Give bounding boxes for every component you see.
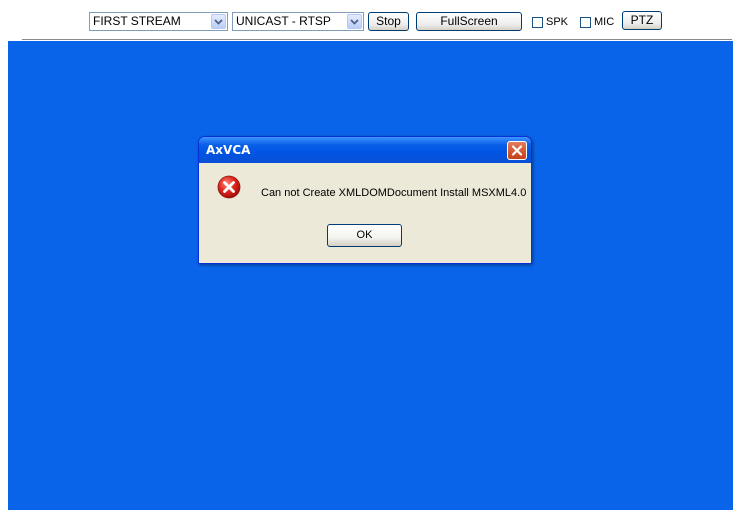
protocol-select-value: UNICAST - RTSP xyxy=(236,14,331,28)
dialog-titlebar[interactable]: AxVCA xyxy=(199,137,531,163)
toolbar-divider xyxy=(22,39,732,40)
video-area[interactable] xyxy=(8,41,733,510)
fullscreen-button[interactable]: FullScreen xyxy=(416,12,522,31)
spk-checkbox[interactable] xyxy=(532,17,543,28)
ptz-button[interactable]: PTZ xyxy=(622,11,662,30)
spk-label: SPK xyxy=(546,16,569,28)
stop-button[interactable]: Stop xyxy=(368,12,409,31)
close-icon xyxy=(511,145,523,156)
mic-label: MIC xyxy=(594,16,615,28)
protocol-select[interactable]: UNICAST - RTSP xyxy=(232,12,364,31)
toolbar: FIRST STREAM UNICAST - RTSP Stop FullScr… xyxy=(0,0,733,40)
dialog-title: AxVCA xyxy=(206,143,251,157)
mic-checkbox[interactable] xyxy=(580,17,591,28)
stream-select-value: FIRST STREAM xyxy=(93,14,181,28)
close-button[interactable] xyxy=(507,141,527,160)
error-dialog: AxVCA Can not Create XMLDOMDocument Inst… xyxy=(198,136,532,264)
ok-button[interactable]: OK xyxy=(327,224,402,247)
dialog-body: Can not Create XMLDOMDocument Install MS… xyxy=(199,163,531,263)
dialog-message: Can not Create XMLDOMDocument Install MS… xyxy=(261,187,527,199)
chevron-down-icon[interactable] xyxy=(347,14,362,29)
chevron-down-icon[interactable] xyxy=(211,14,226,29)
stream-select[interactable]: FIRST STREAM xyxy=(89,12,228,31)
error-icon xyxy=(217,175,241,199)
